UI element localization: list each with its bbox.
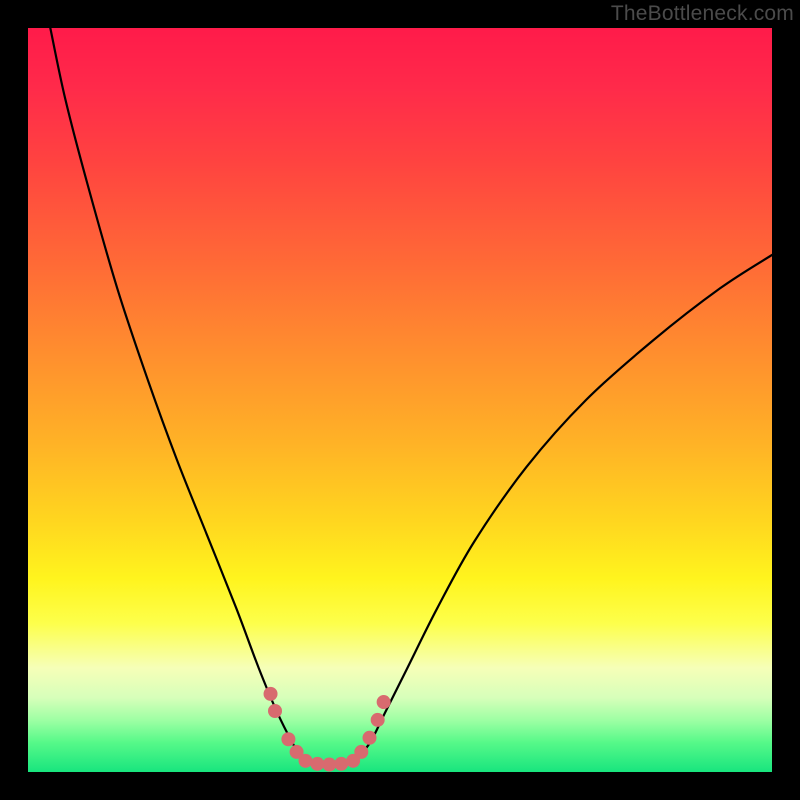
curve-right: [355, 255, 772, 761]
data-dot: [377, 695, 391, 709]
chart-svg: [28, 28, 772, 772]
watermark-text: TheBottleneck.com: [611, 2, 794, 26]
data-dot: [264, 687, 278, 701]
chart-area: [28, 28, 772, 772]
data-dot: [281, 732, 295, 746]
data-dot: [371, 713, 385, 727]
data-dot: [310, 757, 324, 771]
data-dot: [363, 731, 377, 745]
data-dot: [268, 704, 282, 718]
data-dot: [322, 758, 336, 772]
data-dot: [334, 757, 348, 771]
dot-cluster: [264, 687, 391, 772]
data-dot: [354, 745, 368, 759]
curve-left: [50, 28, 303, 761]
data-dot: [299, 754, 313, 768]
